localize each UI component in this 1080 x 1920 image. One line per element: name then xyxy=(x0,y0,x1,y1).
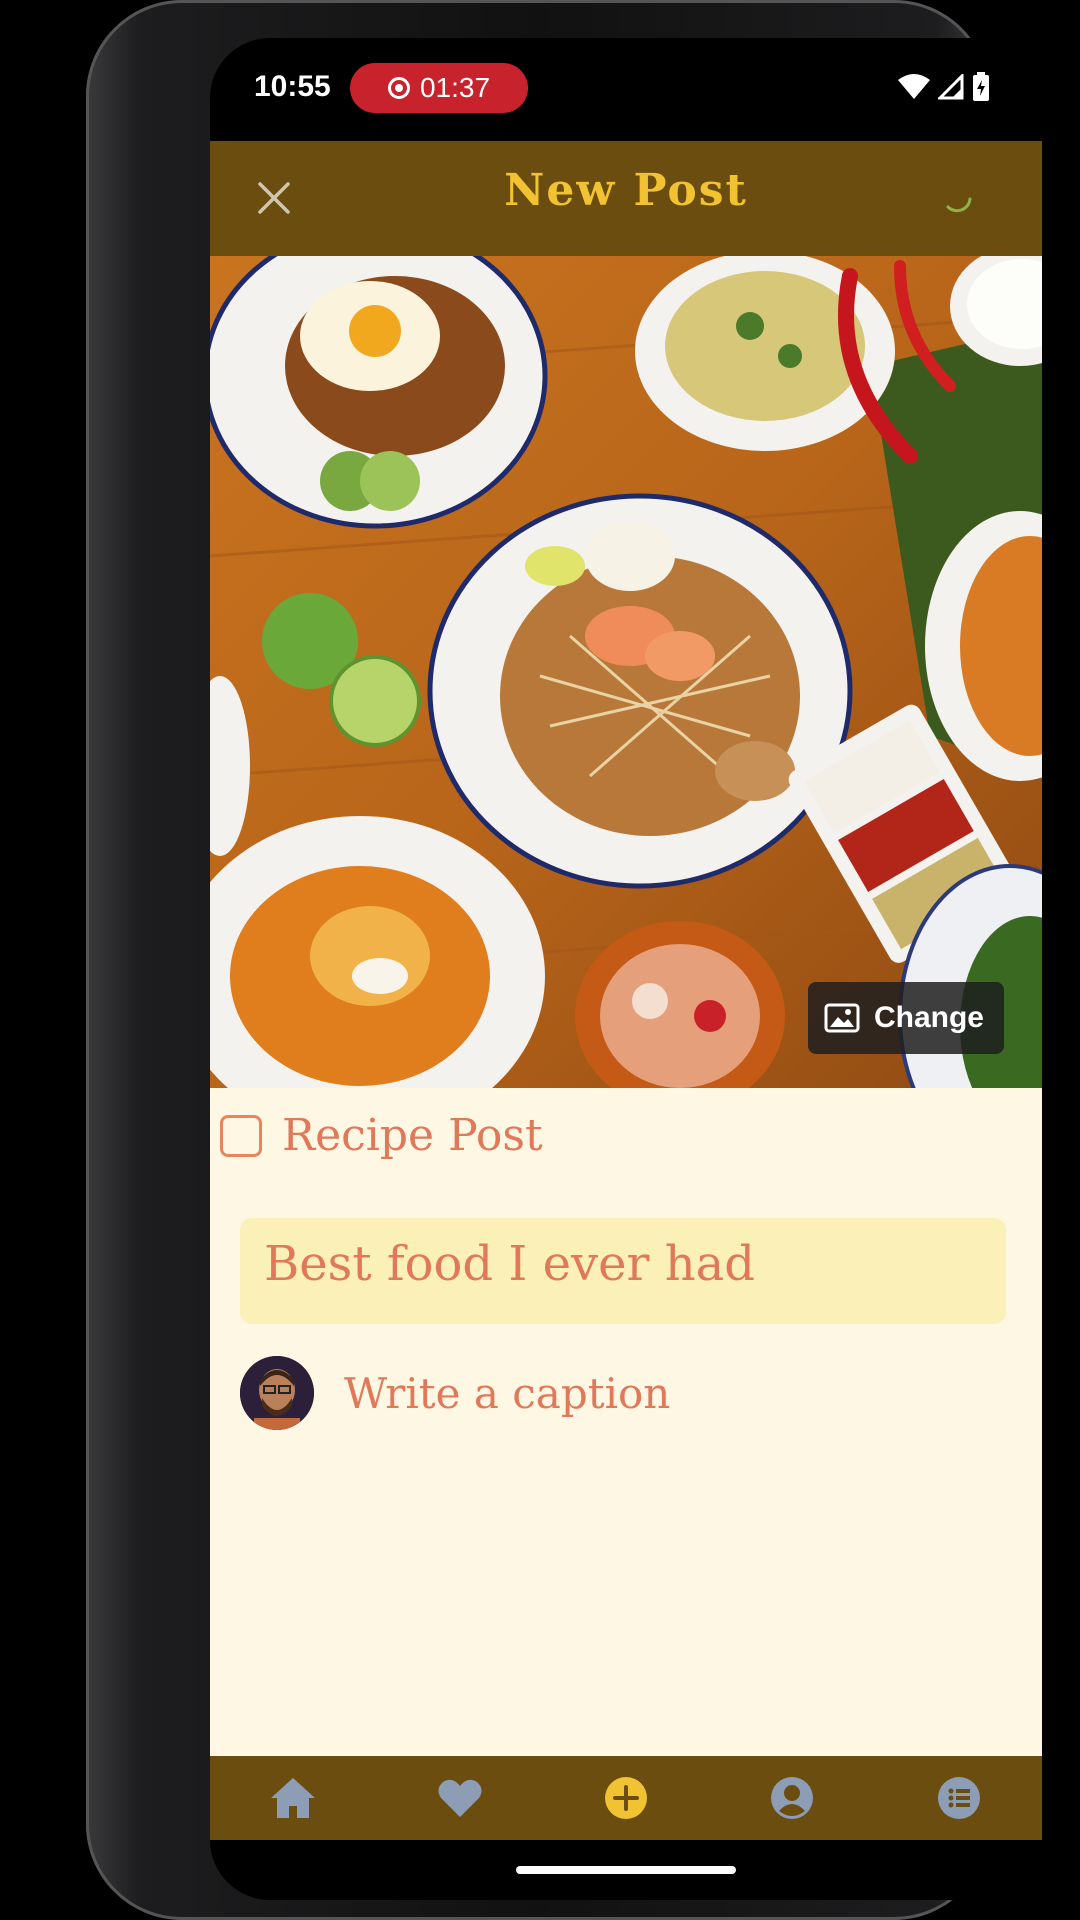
record-icon xyxy=(387,77,410,99)
post-photo: Change xyxy=(210,256,1042,1088)
food-image xyxy=(210,256,1042,1088)
nav-favorites[interactable] xyxy=(435,1773,485,1823)
status-time: 10:55 xyxy=(254,70,331,103)
recording-badge[interactable]: 01:37 xyxy=(350,63,528,113)
avatar xyxy=(240,1356,314,1430)
nav-profile[interactable] xyxy=(767,1773,817,1823)
phone-frame: 10:55 01:37 New Post Change Recipe Post … xyxy=(86,0,1042,1920)
home-indicator[interactable] xyxy=(516,1866,736,1874)
recipe-checkbox-label: Recipe Post xyxy=(282,1110,543,1161)
spinner-icon xyxy=(946,197,972,213)
recording-time: 01:37 xyxy=(419,72,491,103)
page-title: New Post xyxy=(504,165,748,216)
post-title-input[interactable]: Best food I ever had xyxy=(240,1218,1006,1324)
app-bar: New Post xyxy=(210,141,1042,256)
image-icon xyxy=(824,1003,860,1033)
nav-list[interactable] xyxy=(934,1773,984,1823)
system-icons xyxy=(898,72,990,102)
screen: 10:55 01:37 New Post Change Recipe Post … xyxy=(210,38,1042,1900)
recipe-checkbox-row[interactable]: Recipe Post xyxy=(220,1110,543,1161)
post-form: Recipe Post Best food I ever had Write a xyxy=(210,1088,1042,1756)
bottom-nav xyxy=(210,1756,1042,1840)
home-icon xyxy=(271,1778,316,1818)
signal-icon xyxy=(938,74,964,100)
recipe-checkbox[interactable] xyxy=(220,1114,262,1157)
change-photo-button[interactable]: Change xyxy=(807,982,1004,1054)
nav-home[interactable] xyxy=(268,1773,318,1823)
nav-add[interactable] xyxy=(601,1773,651,1823)
status-bar: 10:55 01:37 xyxy=(210,38,1042,138)
battery-icon xyxy=(973,72,989,101)
caption-input[interactable]: Write a caption xyxy=(344,1369,670,1418)
heart-icon xyxy=(438,1779,482,1817)
change-label: Change xyxy=(873,1001,984,1034)
list-icon xyxy=(937,1777,980,1819)
profile-icon xyxy=(771,1777,814,1819)
add-icon xyxy=(604,1777,647,1819)
wifi-icon xyxy=(898,74,930,99)
caption-row: Write a caption xyxy=(240,1356,670,1430)
